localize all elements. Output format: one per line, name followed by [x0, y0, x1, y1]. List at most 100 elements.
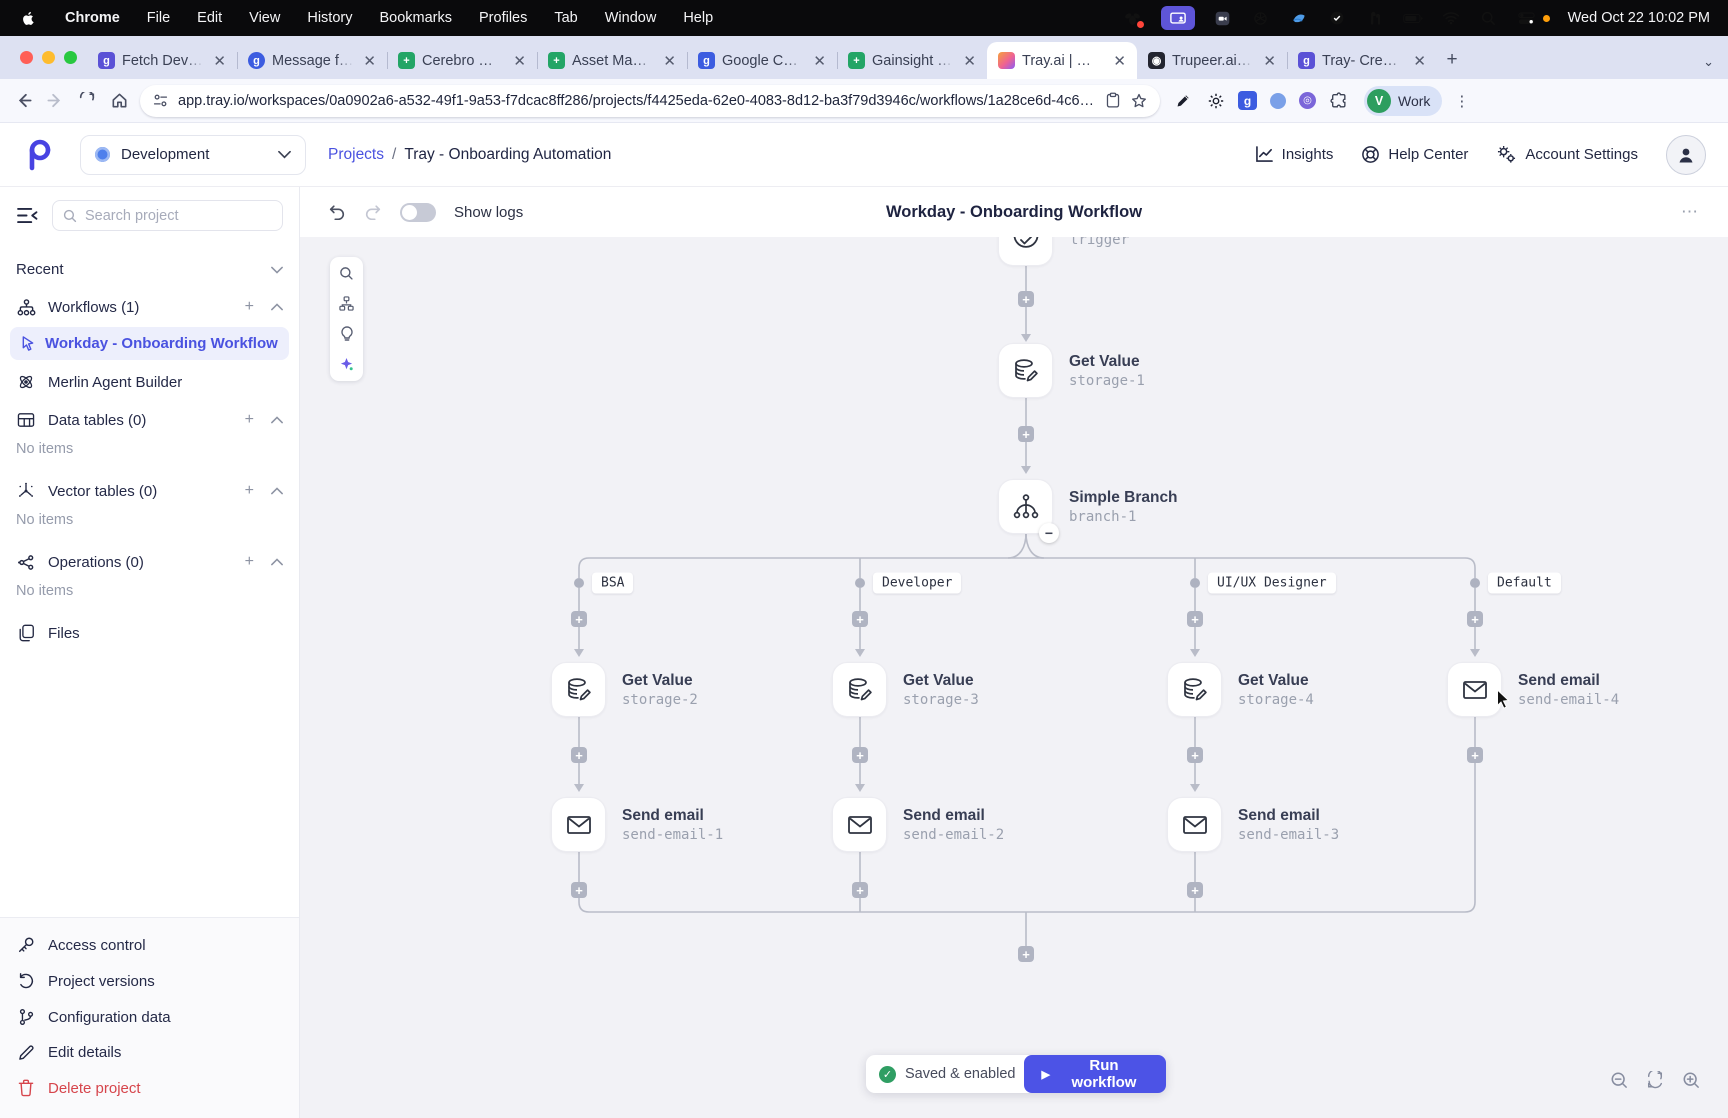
add-step-button[interactable]: + — [1018, 426, 1034, 442]
add-step-button[interactable]: + — [1467, 747, 1483, 763]
close-tab-icon[interactable]: ✕ — [510, 52, 529, 70]
glean-extension-icon[interactable]: g — [1238, 91, 1257, 110]
blue-extension-icon[interactable] — [1270, 93, 1286, 109]
add-vector-table-icon[interactable]: + — [245, 482, 254, 500]
account-settings-link[interactable]: Account Settings — [1496, 145, 1638, 164]
workflow-overflow-menu-icon[interactable]: ⋯ — [1681, 202, 1700, 222]
browser-tab[interactable]: gTray- Create Cal✕ — [1287, 42, 1437, 79]
user-avatar[interactable] — [1666, 135, 1706, 175]
access-control-item[interactable]: Access control — [0, 927, 299, 963]
menu-edit[interactable]: Edit — [197, 10, 222, 26]
vector-tables-section-header[interactable]: Vector tables (0) + — [0, 472, 299, 510]
zoom-in-icon[interactable] — [1680, 1069, 1702, 1091]
close-tab-icon[interactable]: ✕ — [810, 52, 829, 70]
sidebar-item-merlin[interactable]: Merlin Agent Builder — [0, 363, 299, 401]
delete-project-item[interactable]: Delete project — [0, 1070, 299, 1106]
node-simple-branch[interactable]: Simple Branchbranch-1 — [999, 480, 1178, 533]
glean-icon[interactable] — [1289, 8, 1309, 28]
database-edit-icon[interactable] — [1168, 663, 1221, 716]
help-center-link[interactable]: Help Center — [1361, 145, 1468, 164]
envelope-icon[interactable] — [833, 798, 886, 851]
connectors-icon[interactable] — [339, 296, 354, 311]
add-step-button[interactable]: + — [1467, 611, 1483, 627]
zoom-app-icon[interactable] — [1213, 8, 1233, 28]
browser-tab[interactable]: +Cerebro Glean M✕ — [387, 42, 537, 79]
wifi-icon[interactable] — [1441, 8, 1461, 28]
add-step-button[interactable]: + — [1187, 747, 1203, 763]
minimize-window-button[interactable] — [42, 51, 55, 64]
add-step-button[interactable]: + — [852, 611, 868, 627]
insights-link[interactable]: Insights — [1255, 146, 1334, 163]
add-step-button[interactable]: + — [571, 747, 587, 763]
show-logs-toggle[interactable] — [400, 203, 436, 222]
envelope-icon[interactable] — [552, 798, 605, 851]
sidebar-item-files[interactable]: Files — [0, 614, 299, 652]
add-step-button[interactable]: + — [852, 882, 868, 898]
collapse-section-icon[interactable] — [271, 558, 283, 566]
project-versions-item[interactable]: Project versions — [0, 963, 299, 999]
branch-label-uiux[interactable]: UI/UX Designer — [1208, 573, 1336, 594]
branch-label-developer[interactable]: Developer — [873, 573, 961, 594]
close-tab-icon[interactable]: ✕ — [960, 52, 979, 70]
site-info-icon[interactable] — [152, 92, 169, 109]
database-edit-icon[interactable] — [552, 663, 605, 716]
zoom-out-icon[interactable] — [1608, 1069, 1630, 1091]
close-tab-icon[interactable]: ✕ — [660, 52, 679, 70]
redo-icon[interactable] — [364, 204, 382, 221]
verify-check-icon[interactable] — [1327, 8, 1347, 28]
add-step-button[interactable]: + — [571, 882, 587, 898]
edit-details-item[interactable]: Edit details — [0, 1035, 299, 1070]
operations-section-header[interactable]: Operations (0) + — [0, 543, 299, 581]
configuration-data-item[interactable]: Configuration data — [0, 999, 299, 1035]
airpods-icon[interactable] — [1365, 8, 1385, 28]
close-tab-icon[interactable]: ✕ — [1410, 52, 1429, 70]
collapse-branch-icon[interactable]: − — [1039, 523, 1059, 543]
workflows-section-header[interactable]: Workflows (1) + — [0, 288, 299, 326]
search-input[interactable] — [85, 208, 272, 224]
database-edit-icon[interactable] — [999, 344, 1052, 397]
openai-icon[interactable] — [1251, 8, 1271, 28]
collapse-section-icon[interactable] — [271, 303, 283, 311]
close-tab-icon[interactable]: ✕ — [1260, 52, 1279, 70]
extensions-puzzle-icon[interactable] — [1329, 91, 1348, 110]
browser-tab[interactable]: +Asset Manageme✕ — [537, 42, 687, 79]
add-step-button[interactable]: + — [1187, 882, 1203, 898]
merlin-assistant-icon[interactable] — [339, 357, 354, 372]
settings-extension-icon[interactable] — [1206, 91, 1225, 110]
browser-tab[interactable]: gFetch Device and✕ — [87, 42, 237, 79]
menu-file[interactable]: File — [147, 10, 170, 26]
node-get-value-3[interactable]: Get Valuestorage-3 — [833, 663, 979, 716]
add-workflow-icon[interactable]: + — [245, 298, 254, 316]
bookmark-star-icon[interactable] — [1130, 92, 1148, 110]
menu-window[interactable]: Window — [605, 10, 657, 26]
purple-extension-icon[interactable]: ◎ — [1299, 92, 1316, 109]
branch-label-default[interactable]: Default — [1488, 573, 1561, 594]
node-send-email-3[interactable]: Send emailsend-email-3 — [1168, 798, 1339, 851]
node-send-email-4[interactable]: Send emailsend-email-4 — [1448, 663, 1619, 716]
browser-tab[interactable]: gGoogle Calendar✕ — [687, 42, 837, 79]
browser-tab[interactable]: gMessage from Gl✕ — [237, 42, 387, 79]
maximize-window-button[interactable] — [64, 51, 77, 64]
back-icon[interactable] — [12, 91, 34, 110]
undo-icon[interactable] — [328, 204, 346, 221]
search-canvas-icon[interactable] — [339, 266, 354, 281]
menu-profiles[interactable]: Profiles — [479, 10, 527, 26]
node-get-value-1[interactable]: Get Valuestorage-1 — [999, 344, 1145, 397]
collapse-section-icon[interactable] — [271, 416, 283, 424]
sidebar-item-workday-workflow[interactable]: Workday - Onboarding Workflow — [10, 327, 289, 360]
menu-chrome[interactable]: Chrome — [65, 10, 120, 26]
new-tab-button[interactable]: + — [1437, 45, 1467, 75]
browser-menu-icon[interactable]: ⋮ — [1454, 92, 1470, 110]
workflow-board[interactable]: trigger Get Valuestorage-1 Simple Branch… — [300, 237, 1728, 1118]
menu-tab[interactable]: Tab — [554, 10, 577, 26]
home-icon[interactable] — [108, 91, 130, 110]
node-get-value-2[interactable]: Get Valuestorage-2 — [552, 663, 698, 716]
collapse-sidebar-icon[interactable] — [16, 207, 39, 224]
url-text[interactable]: app.tray.io/workspaces/0a0902a6-a532-49f… — [178, 93, 1096, 109]
reset-zoom-icon[interactable] — [1644, 1069, 1666, 1091]
menu-help[interactable]: Help — [683, 10, 713, 26]
browser-profile-chip[interactable]: V Work — [1364, 86, 1442, 116]
envelope-icon[interactable] — [1168, 798, 1221, 851]
bee-icon[interactable] — [1123, 8, 1143, 28]
suggestions-icon[interactable] — [340, 326, 354, 342]
